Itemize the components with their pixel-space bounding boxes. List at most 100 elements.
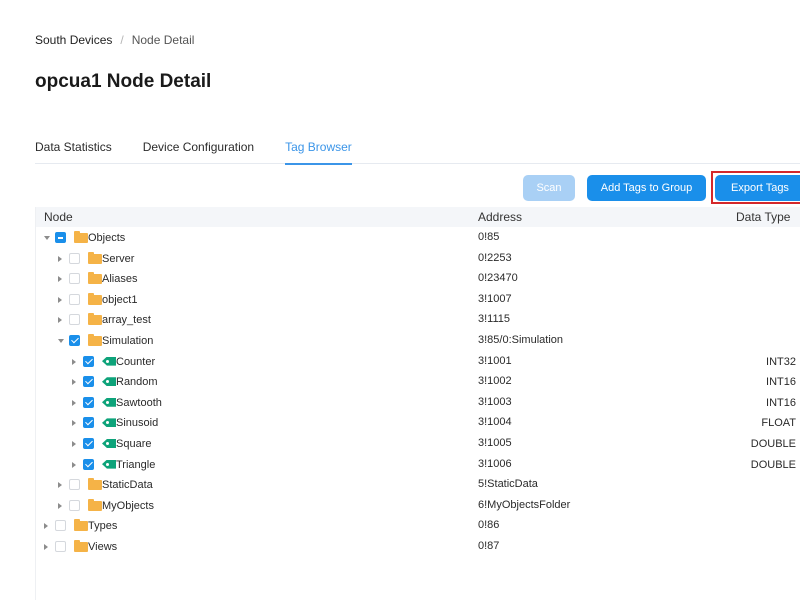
folder-icon [74,540,88,552]
node-name: array_test [102,314,151,327]
breadcrumb: South Devices / Node Detail [35,33,194,47]
node-address: 3!1005 [478,437,512,449]
header-data-type: Data Type [736,210,791,224]
row-checkbox[interactable] [83,376,94,388]
caret-right-icon[interactable] [58,317,62,324]
row-checkbox[interactable] [83,417,94,429]
tab-tag-browser[interactable]: Tag Browser [285,140,352,165]
table-row[interactable]: MyObjects 6!MyObjectsFolder [36,496,800,516]
caret-right-icon[interactable] [58,296,62,303]
caret-right-icon[interactable] [72,461,76,468]
row-checkbox[interactable] [69,252,80,264]
row-checkbox[interactable] [69,293,80,305]
row-checkbox[interactable] [55,520,66,532]
table-row[interactable]: Aliases 0!23470 [36,269,800,289]
node-address: 3!85/0:Simulation [478,334,563,346]
caret-right-icon[interactable] [58,502,62,509]
folder-icon [88,292,102,305]
table-row[interactable]: Views 0!87 [36,537,800,557]
caret-right-icon[interactable] [58,255,62,262]
node-name: Simulation [102,335,154,347]
table-row[interactable]: StaticData 5!StaticData [36,475,800,495]
row-checkbox[interactable] [83,438,94,449]
node-address: 0!86 [478,519,500,532]
node-name: Types [88,520,118,533]
node-data-type: FLOAT [761,417,796,430]
tab-data-statistics[interactable]: Data Statistics [35,140,112,164]
caret-right-icon[interactable] [44,544,48,550]
caret-right-icon[interactable] [72,441,76,447]
node-address: 0!87 [478,540,500,552]
node-address: 0!2253 [478,251,512,264]
node-data-type: INT16 [766,376,796,389]
table-row[interactable]: Types 0!86 [36,516,800,536]
caret-down-icon[interactable] [44,236,50,240]
node-name: Counter [116,355,156,368]
row-checkbox[interactable] [69,273,80,285]
table-row[interactable]: Random 3!1002 INT16 [36,372,800,392]
table-row[interactable]: Sinusoid 3!1004 FLOAT [36,413,800,433]
folder-icon [74,231,88,243]
node-address: 3!1002 [478,375,512,388]
tag-icon [102,377,116,387]
caret-right-icon[interactable] [72,399,76,406]
table-row[interactable]: Server 0!2253 [36,249,800,269]
row-checkbox[interactable] [55,541,66,552]
row-checkbox[interactable] [69,335,80,346]
node-address: 3!1004 [478,416,512,429]
breadcrumb-south-devices[interactable]: South Devices [35,33,112,47]
node-address: 0!85 [478,231,500,243]
table-row[interactable]: Triangle 3!1006 DOUBLE [36,455,800,475]
row-checkbox[interactable] [83,355,94,367]
tag-tree-table: Node Address Data Type Objects 0!85 Server… [35,207,800,600]
folder-icon [88,251,102,264]
caret-right-icon[interactable] [58,276,62,283]
table-row[interactable]: Simulation 3!85/0:Simulation [36,331,800,351]
caret-right-icon[interactable] [44,523,48,530]
table-row[interactable]: object1 3!1007 [36,290,800,310]
node-name: Square [116,438,152,450]
row-checkbox[interactable] [69,479,80,491]
row-checkbox[interactable] [83,396,94,408]
caret-down-icon[interactable] [58,339,64,343]
caret-right-icon[interactable] [72,358,76,365]
row-checkbox[interactable] [69,314,80,326]
node-name: Objects [88,232,126,244]
table-row[interactable]: Square 3!1005 DOUBLE [36,434,800,454]
node-name: Random [116,376,158,389]
folder-icon [88,498,102,511]
caret-right-icon[interactable] [58,482,62,489]
breadcrumb-separator: / [120,33,124,47]
node-data-type: INT16 [766,396,796,409]
table-row[interactable]: Counter 3!1001 INT32 [36,352,800,372]
table-row[interactable]: Objects 0!85 [36,228,800,248]
row-checkbox[interactable] [69,499,80,511]
tab-device-configuration[interactable]: Device Configuration [143,140,254,164]
tag-icon [102,439,116,448]
node-name: StaticData [102,479,153,492]
row-checkbox[interactable] [55,232,66,243]
scan-button[interactable]: Scan [523,175,575,201]
node-address: 0!23470 [478,272,518,285]
folder-icon [88,334,102,346]
node-data-type: DOUBLE [750,438,796,450]
row-checkbox[interactable] [83,458,94,470]
table-row[interactable]: array_test 3!1115 [36,310,800,330]
folder-icon [88,313,102,326]
node-address: 3!1115 [478,313,511,326]
table-row[interactable]: Sawtooth 3!1003 INT16 [36,393,800,413]
node-data-type: INT32 [766,355,796,368]
add-tags-to-group-button[interactable]: Add Tags to Group [587,175,706,201]
table-header: Node Address Data Type [36,207,800,227]
header-address: Address [478,210,523,224]
caret-right-icon[interactable] [72,420,76,427]
node-address: 5!StaticData [478,478,538,491]
node-name: Aliases [102,273,138,286]
folder-icon [88,272,102,285]
header-node: Node [44,210,73,224]
caret-right-icon[interactable] [72,379,76,386]
node-name: Sawtooth [116,396,162,409]
node-name: Sinusoid [116,417,159,430]
node-address: 3!1001 [478,354,512,367]
node-name: Views [88,541,118,553]
